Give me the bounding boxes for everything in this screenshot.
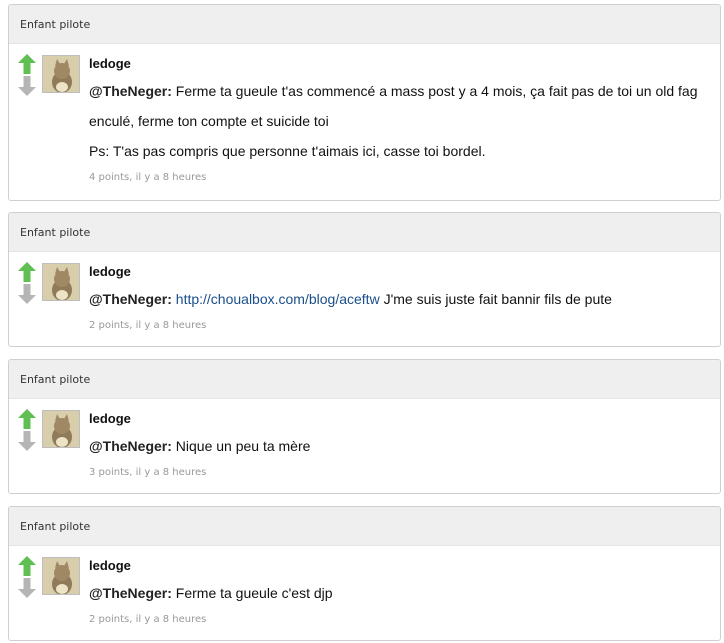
mention[interactable]: @TheNeger: <box>89 438 172 454</box>
mention[interactable]: @TheNeger: <box>89 291 172 307</box>
comment-author[interactable]: ledoge <box>89 410 710 428</box>
comment-author[interactable]: ledoge <box>89 55 710 73</box>
comment-text-line: J'me suis juste fait bannir fils de pute <box>379 291 612 307</box>
comment-author[interactable]: ledoge <box>89 263 710 281</box>
comment-card: Enfant pilote ledoge @TheNeger: Nique un… <box>8 359 721 494</box>
arrow-up-icon[interactable] <box>17 53 37 75</box>
comment-meta: 2 points, il y a 8 heures <box>89 320 207 331</box>
comment-author[interactable]: ledoge <box>89 557 710 575</box>
arrow-down-icon[interactable] <box>17 430 37 452</box>
vote-controls <box>17 53 37 97</box>
comment-content: ledoge @TheNeger: Ferme ta gueule c'est … <box>89 546 710 629</box>
comment-text-line: Ferme ta gueule t'as commencé a mass pos… <box>89 83 698 129</box>
comment-text: Ps: T'as pas compris que personne t'aima… <box>89 136 710 166</box>
comment-meta: 3 points, il y a 8 heures <box>89 467 207 478</box>
mention[interactable]: @TheNeger: <box>89 585 172 601</box>
comment-text: @TheNeger: Ferme ta gueule t'as commencé… <box>89 76 710 136</box>
comment-text-line: Ps: T'as pas compris que personne t'aima… <box>89 143 486 159</box>
avatar[interactable] <box>42 410 80 448</box>
arrow-up-icon[interactable] <box>17 555 37 577</box>
vote-controls <box>17 555 37 599</box>
card-group-title[interactable]: Enfant pilote <box>9 5 720 44</box>
comment-meta: 2 points, il y a 8 heures <box>89 614 207 625</box>
comment-link[interactable]: http://choualbox.com/blog/aceftw <box>176 291 380 307</box>
card-group-title[interactable]: Enfant pilote <box>9 360 720 399</box>
comment-content: ledoge @TheNeger: Ferme ta gueule t'as c… <box>89 44 710 187</box>
comment-content: ledoge @TheNeger: http://choualbox.com/b… <box>89 252 710 335</box>
comment-text: @TheNeger: Nique un peu ta mère <box>89 431 710 461</box>
avatar[interactable] <box>42 263 80 301</box>
card-group-title[interactable]: Enfant pilote <box>9 507 720 546</box>
card-group-title[interactable]: Enfant pilote <box>9 213 720 252</box>
vote-controls <box>17 261 37 305</box>
avatar[interactable] <box>42 557 80 595</box>
comment-card: Enfant pilote ledoge @TheNeger: Ferme ta… <box>8 4 721 201</box>
vote-controls <box>17 408 37 452</box>
comment-meta: 4 points, il y a 8 heures <box>89 172 207 183</box>
comment-text-line: Nique un peu ta mère <box>171 438 311 454</box>
comment-card: Enfant pilote ledoge @TheNeger: http://c… <box>8 212 721 347</box>
comment-card: Enfant pilote ledoge @TheNeger: Ferme ta… <box>8 506 721 641</box>
mention[interactable]: @TheNeger: <box>89 83 172 99</box>
arrow-down-icon[interactable] <box>17 75 37 97</box>
comment-content: ledoge @TheNeger: Nique un peu ta mère 3… <box>89 399 710 482</box>
arrow-up-icon[interactable] <box>17 261 37 283</box>
arrow-up-icon[interactable] <box>17 408 37 430</box>
comment-text: @TheNeger: Ferme ta gueule c'est djp <box>89 578 710 608</box>
arrow-down-icon[interactable] <box>17 577 37 599</box>
arrow-down-icon[interactable] <box>17 283 37 305</box>
comment-text-line: Ferme ta gueule c'est djp <box>171 585 333 601</box>
comment-text: @TheNeger: http://choualbox.com/blog/ace… <box>89 284 710 314</box>
avatar[interactable] <box>42 55 80 93</box>
